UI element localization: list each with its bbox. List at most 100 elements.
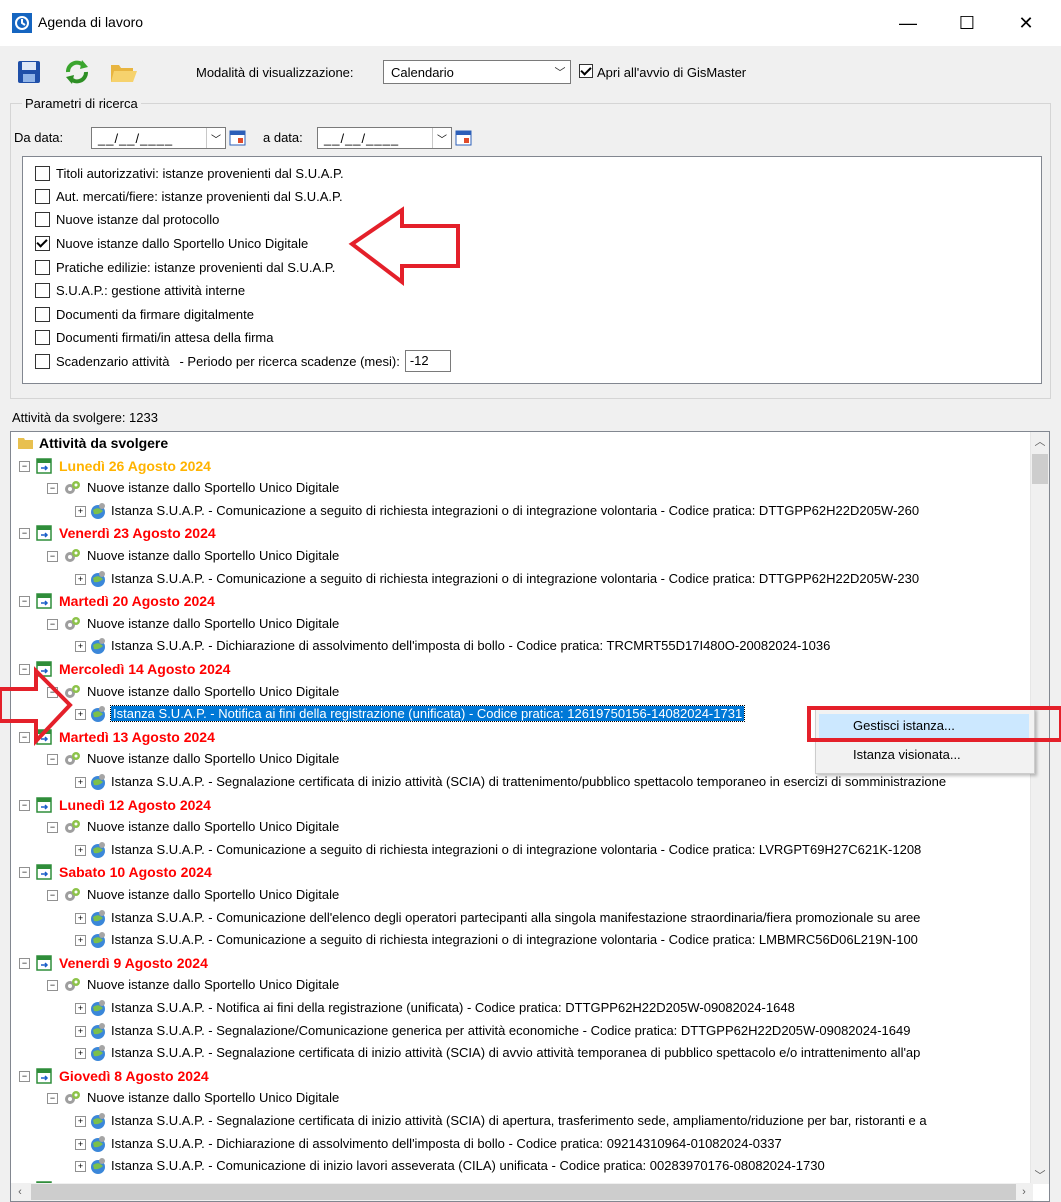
tree-category-node[interactable]: − Nuove istanze dallo Sportello Unico Dig… bbox=[47, 545, 339, 567]
expand-icon[interactable]: + bbox=[75, 506, 86, 517]
tree-day-node[interactable]: − Martedì 13 Agosto 2024 bbox=[19, 726, 215, 748]
tree-category-node[interactable]: − Nuove istanze dallo Sportello Unico Dig… bbox=[47, 816, 339, 838]
expand-icon[interactable]: + bbox=[75, 641, 86, 652]
scroll-up-icon[interactable]: ︿ bbox=[1031, 432, 1049, 450]
scroll-thumb[interactable] bbox=[31, 1184, 1016, 1200]
tree-day-node[interactable]: − Sabato 10 Agosto 2024 bbox=[19, 861, 212, 883]
calendar-icon[interactable] bbox=[455, 129, 472, 146]
collapse-icon[interactable]: − bbox=[47, 483, 58, 494]
filter-option[interactable]: S.U.A.P.: gestione attività interne bbox=[35, 279, 245, 301]
expand-icon[interactable]: + bbox=[75, 1048, 86, 1059]
filter-checkbox[interactable] bbox=[35, 165, 50, 181]
scroll-left-icon[interactable]: ‹ bbox=[11, 1183, 29, 1201]
view-mode-select[interactable]: Calendario ﹀ bbox=[383, 60, 571, 84]
filter-checkbox[interactable] bbox=[35, 235, 50, 251]
filter-checkbox[interactable] bbox=[35, 211, 50, 227]
collapse-icon[interactable]: − bbox=[19, 664, 30, 675]
expand-icon[interactable]: + bbox=[75, 935, 86, 946]
menu-item-istanza-visionata[interactable]: Istanza visionata... bbox=[819, 743, 1029, 767]
collapse-icon[interactable]: − bbox=[47, 822, 58, 833]
expand-icon[interactable]: + bbox=[75, 1139, 86, 1150]
collapse-icon[interactable]: − bbox=[19, 867, 30, 878]
maximize-button[interactable]: ☐ bbox=[944, 8, 990, 38]
scroll-down-icon[interactable]: ﹀ bbox=[1031, 1166, 1049, 1184]
tree-category-node[interactable]: − Nuove istanze dallo Sportello Unico Dig… bbox=[47, 884, 339, 906]
chevron-down-icon[interactable]: ﹀ bbox=[432, 128, 451, 148]
filter-checkbox[interactable] bbox=[35, 353, 50, 369]
filter-checkbox[interactable] bbox=[35, 282, 50, 298]
close-button[interactable]: ✕ bbox=[1003, 8, 1049, 38]
collapse-icon[interactable]: − bbox=[19, 732, 30, 743]
filter-checkbox[interactable] bbox=[35, 188, 50, 204]
collapse-icon[interactable]: − bbox=[19, 800, 30, 811]
activities-tree[interactable]: Attività da svolgere − Lunedì 26 Agosto 2… bbox=[10, 431, 1050, 1202]
filter-option[interactable]: Scadenzario attività - Periodo per ricer… bbox=[35, 350, 451, 372]
tree-day-node[interactable]: − Lunedì 12 Agosto 2024 bbox=[19, 794, 211, 816]
tree-day-node[interactable]: − Venerdì 9 Agosto 2024 bbox=[19, 952, 208, 974]
expand-icon[interactable]: + bbox=[75, 709, 86, 720]
tree-item-node[interactable]: + Istanza S.U.A.P. - Notifica ai fini del… bbox=[75, 997, 795, 1019]
tree-item-node[interactable]: + Istanza S.U.A.P. - Comunicazione dell'e… bbox=[75, 907, 920, 929]
refresh-icon[interactable] bbox=[62, 57, 92, 87]
tree-item-node[interactable]: + Istanza S.U.A.P. - Segnalazione/Comunic… bbox=[75, 1020, 910, 1042]
tree-category-node[interactable]: − Nuove istanze dallo Sportello Unico Dig… bbox=[47, 974, 339, 996]
expand-icon[interactable]: + bbox=[75, 1026, 86, 1037]
collapse-icon[interactable]: − bbox=[47, 754, 58, 765]
folder-open-icon[interactable] bbox=[108, 57, 138, 87]
expand-icon[interactable]: + bbox=[75, 1161, 86, 1172]
tree-day-node[interactable]: − Venerdì 23 Agosto 2024 bbox=[19, 522, 216, 544]
collapse-icon[interactable]: − bbox=[47, 551, 58, 562]
tree-item-node[interactable]: + Istanza S.U.A.P. - Segnalazione certifi… bbox=[75, 771, 946, 793]
tree-day-node[interactable]: − Lunedì 26 Agosto 2024 bbox=[19, 455, 211, 477]
filter-option[interactable]: Documenti firmati/in attesa della firma bbox=[35, 326, 273, 348]
collapse-icon[interactable]: − bbox=[47, 687, 58, 698]
expand-icon[interactable]: + bbox=[75, 574, 86, 585]
tree-item-node[interactable]: + Istanza S.U.A.P. - Comunicazione a segu… bbox=[75, 568, 919, 590]
collapse-icon[interactable]: − bbox=[47, 1093, 58, 1104]
expand-icon[interactable]: + bbox=[75, 777, 86, 788]
save-icon[interactable] bbox=[14, 57, 44, 87]
scroll-right-icon[interactable]: › bbox=[1015, 1183, 1033, 1201]
expand-icon[interactable]: + bbox=[75, 1003, 86, 1014]
tree-item-node[interactable]: + Istanza S.U.A.P. - Comunicazione a segu… bbox=[75, 500, 919, 522]
filter-option[interactable]: Titoli autorizzativi: istanze provenient… bbox=[35, 162, 344, 184]
filter-option[interactable]: Nuove istanze dallo Sportello Unico Digi… bbox=[35, 232, 308, 254]
tree-day-node[interactable]: − Mercoledì 14 Agosto 2024 bbox=[19, 658, 230, 680]
tree-item-node[interactable]: + Istanza S.U.A.P. - Notifica ai fini del… bbox=[75, 703, 746, 725]
filter-option[interactable]: Documenti da firmare digitalmente bbox=[35, 303, 254, 325]
collapse-icon[interactable]: − bbox=[19, 1071, 30, 1082]
tree-item-node[interactable]: + Istanza S.U.A.P. - Comunicazione a segu… bbox=[75, 839, 921, 861]
tree-day-node[interactable]: − Martedì 20 Agosto 2024 bbox=[19, 590, 215, 612]
filter-option[interactable]: Aut. mercati/fiere: istanze provenienti … bbox=[35, 185, 343, 207]
collapse-icon[interactable]: − bbox=[47, 619, 58, 630]
expand-icon[interactable]: + bbox=[75, 1116, 86, 1127]
tree-item-node[interactable]: + Istanza S.U.A.P. - Dichiarazione di ass… bbox=[75, 1133, 782, 1155]
minimize-button[interactable]: — bbox=[885, 8, 931, 38]
calendar-icon[interactable] bbox=[229, 129, 246, 146]
filter-option[interactable]: Pratiche edilizie: istanze provenienti d… bbox=[35, 256, 335, 278]
collapse-icon[interactable]: − bbox=[19, 461, 30, 472]
filter-checkbox[interactable] bbox=[35, 329, 50, 345]
open-at-startup-checkbox[interactable] bbox=[579, 64, 593, 78]
tree-category-node[interactable]: − Nuove istanze dallo Sportello Unico Dig… bbox=[47, 681, 339, 703]
collapse-icon[interactable]: − bbox=[19, 958, 30, 969]
chevron-down-icon[interactable]: ﹀ bbox=[206, 128, 225, 148]
tree-day-node[interactable]: − Giovedì 8 Agosto 2024 bbox=[19, 1065, 209, 1087]
from-date-field[interactable]: __/__/____ ﹀ bbox=[91, 127, 226, 149]
scroll-thumb[interactable] bbox=[1032, 454, 1048, 484]
to-date-field[interactable]: __/__/____ ﹀ bbox=[317, 127, 452, 149]
filter-checkbox[interactable] bbox=[35, 306, 50, 322]
tree-category-node[interactable]: − Nuove istanze dallo Sportello Unico Dig… bbox=[47, 613, 339, 635]
tree-root[interactable]: Attività da svolgere bbox=[17, 432, 168, 454]
filter-checkbox[interactable] bbox=[35, 259, 50, 275]
vertical-scrollbar[interactable]: ︿ ﹀ bbox=[1030, 432, 1049, 1184]
tree-item-node[interactable]: + Istanza S.U.A.P. - Segnalazione certifi… bbox=[75, 1042, 920, 1064]
tree-category-node[interactable]: − Nuove istanze dallo Sportello Unico Dig… bbox=[47, 1087, 339, 1109]
filter-option[interactable]: Nuove istanze dal protocollo bbox=[35, 208, 219, 230]
tree-item-node[interactable]: + Istanza S.U.A.P. - Segnalazione certifi… bbox=[75, 1110, 927, 1132]
menu-item-gestisci-istanza[interactable]: Gestisci istanza... bbox=[819, 714, 1029, 738]
tree-item-node[interactable]: + Istanza S.U.A.P. - Comunicazione di ini… bbox=[75, 1155, 825, 1177]
collapse-icon[interactable]: − bbox=[19, 596, 30, 607]
collapse-icon[interactable]: − bbox=[47, 890, 58, 901]
period-months-input[interactable]: -12 bbox=[404, 350, 451, 372]
